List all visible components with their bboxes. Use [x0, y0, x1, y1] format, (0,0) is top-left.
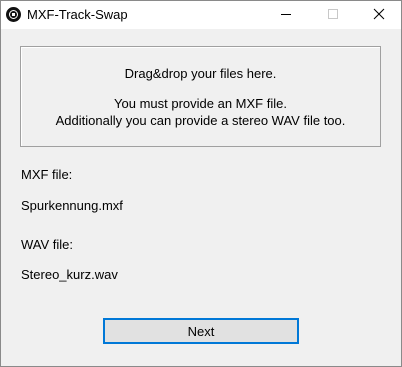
wav-file-label: WAV file: — [21, 237, 74, 252]
mxf-requirement-text: You must provide an MXF file. — [114, 96, 287, 111]
app-icon — [6, 7, 21, 22]
wav-optional-text: Additionally you can provide a stereo WA… — [55, 113, 346, 128]
maximize-icon — [328, 9, 338, 19]
mxf-file-value: Spurkennung.mxf — [21, 198, 123, 213]
close-button[interactable] — [355, 1, 401, 29]
close-icon — [373, 8, 385, 20]
minimize-icon — [281, 14, 291, 15]
title-bar[interactable]: MXF-Track-Swap — [1, 1, 401, 29]
next-button[interactable]: Next — [103, 318, 299, 344]
file-drop-zone[interactable]: Drag&drop your files here. You must prov… — [20, 46, 381, 147]
drop-instruction: Drag&drop your files here. — [124, 66, 277, 81]
minimize-button[interactable] — [263, 1, 309, 29]
app-window: MXF-Track-Swap Drag&drop your files here… — [0, 0, 402, 367]
mxf-file-label: MXF file: — [21, 167, 73, 182]
wav-file-value: Stereo_kurz.wav — [21, 267, 118, 282]
window-title: MXF-Track-Swap — [27, 7, 128, 22]
maximize-button[interactable] — [309, 1, 355, 29]
